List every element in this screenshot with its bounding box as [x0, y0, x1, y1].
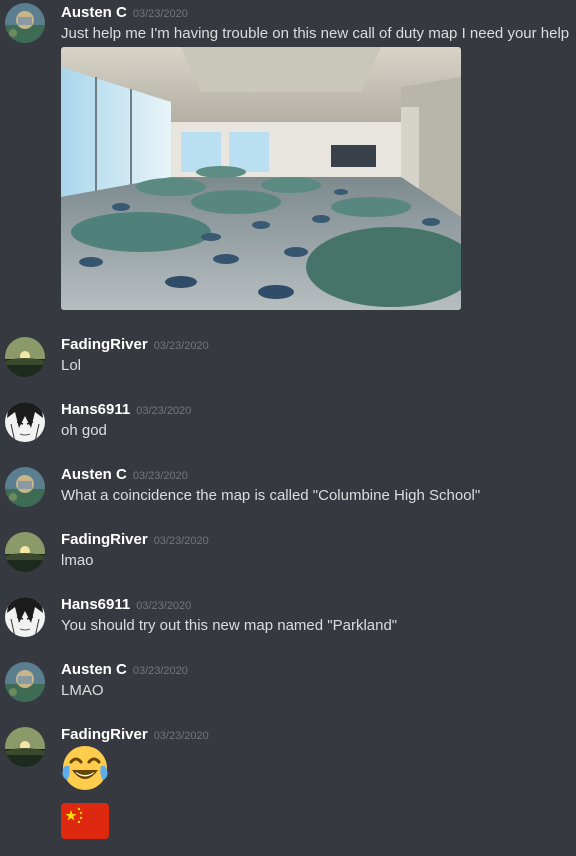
avatar[interactable] [5, 402, 45, 442]
username[interactable]: FadingRiver [61, 336, 148, 353]
timestamp: 03/23/2020 [132, 470, 188, 482]
timestamp: 03/23/2020 [136, 600, 192, 612]
timestamp: 03/23/2020 [153, 535, 209, 547]
username[interactable]: Austen C [61, 466, 127, 483]
message-text: Lol [61, 357, 82, 374]
message-text: What a coincidence the map is called "Co… [61, 487, 481, 504]
username[interactable]: FadingRiver [61, 726, 148, 743]
avatar[interactable] [5, 597, 45, 637]
chat-log: Austen C 03/23/2020 Just help me I'm havi… [0, 0, 576, 856]
timestamp: 03/23/2020 [132, 8, 188, 20]
avatar[interactable] [5, 532, 45, 572]
timestamp: 03/23/2020 [132, 665, 188, 677]
avatar[interactable] [5, 662, 45, 702]
message-text: You should try out this new map named "P… [61, 617, 398, 634]
message-text: lmao [61, 552, 94, 569]
username[interactable]: Hans6911 [61, 596, 130, 613]
username[interactable]: Hans6911 [61, 401, 130, 418]
username[interactable]: FadingRiver [61, 531, 148, 548]
username[interactable]: Austen C [61, 4, 127, 21]
avatar[interactable] [5, 3, 45, 43]
timestamp: 03/23/2020 [153, 340, 209, 352]
face-with-tears-of-joy-emoji[interactable] [61, 744, 109, 797]
message-text: oh god [61, 422, 107, 439]
avatar[interactable] [5, 727, 45, 767]
username[interactable]: Austen C [61, 661, 127, 678]
image-attachment[interactable] [61, 47, 461, 310]
timestamp: 03/23/2020 [136, 405, 192, 417]
china-flag-emoji[interactable] [61, 803, 109, 844]
avatar[interactable] [5, 467, 45, 507]
avatar[interactable] [5, 337, 45, 377]
message-text: LMAO [61, 682, 104, 699]
timestamp: 03/23/2020 [153, 730, 209, 742]
message-text: Just help me I'm having trouble on this … [61, 25, 570, 42]
